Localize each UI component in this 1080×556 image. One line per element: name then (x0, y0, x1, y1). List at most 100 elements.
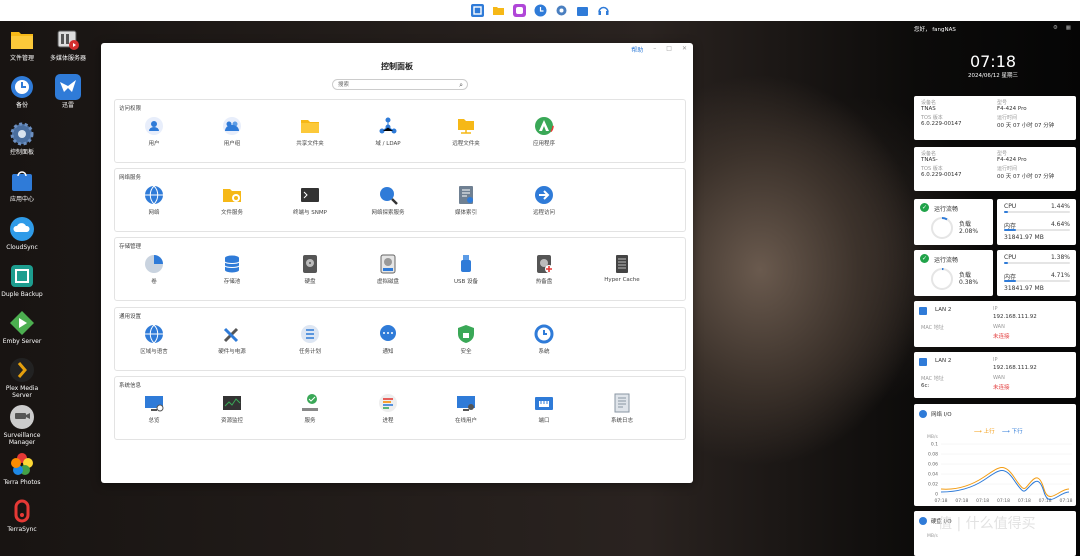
settings-icon[interactable]: ⚙ (1053, 25, 1058, 31)
item-hot-spare[interactable]: 热备盘 (505, 254, 583, 285)
model-label: 型号 (997, 100, 1008, 106)
desktop-icon-plex[interactable]: Plex Media Server (0, 357, 44, 399)
search-icon[interactable]: ⌕ (459, 80, 463, 91)
minimize-button[interactable]: – (653, 45, 656, 54)
camera-icon (9, 404, 35, 430)
item-applications[interactable]: 应用程序 (505, 116, 583, 147)
headset-dock-icon[interactable] (597, 4, 610, 17)
item-overview[interactable]: 总览 (115, 393, 193, 424)
globe-icon (144, 324, 164, 344)
item-hardware-power[interactable]: 硬件与电源 (193, 324, 271, 355)
device-name: TNAS (921, 106, 936, 112)
tos-version: 6.0.229-00147 (921, 121, 962, 127)
cpu-value: 1.38% (1050, 254, 1070, 261)
item-user[interactable]: 用户 (115, 116, 193, 147)
item-online-users[interactable]: 在线用户 (427, 393, 505, 424)
item-region-language[interactable]: 区域与语言 (115, 324, 193, 355)
section-title: 通用设置 (119, 314, 142, 320)
item-ports[interactable]: 端口 (505, 393, 583, 424)
item-security[interactable]: 安全 (427, 324, 505, 355)
status-title: 运行流畅 (934, 257, 959, 264)
maximize-button[interactable]: □ (666, 45, 672, 54)
item-hyper-cache[interactable]: Hyper Cache (583, 254, 661, 285)
folder-dock-icon[interactable] (492, 4, 505, 17)
item-label: 媒体索引 (454, 210, 477, 216)
item-domain-ldap[interactable]: 域 / LDAP (349, 116, 427, 147)
terrasync-icon (9, 498, 35, 524)
control-panel-dock-icon[interactable] (470, 4, 484, 17)
item-remote-access[interactable]: 远程访问 (505, 185, 583, 216)
item-volume[interactable]: 卷 (115, 254, 193, 285)
item-label: 远程访问 (532, 210, 555, 216)
help-link[interactable]: 帮助 (631, 45, 643, 54)
photos-icon (9, 451, 35, 477)
desktop-icon-emby[interactable]: Emby Server (0, 310, 44, 345)
backup-dock-icon[interactable] (534, 4, 547, 17)
desktop-icon-file-manager[interactable]: 文件管理 (0, 27, 44, 62)
mac-label: MAC 地址 (921, 325, 944, 331)
hard-disk-icon (300, 254, 320, 274)
x-tick-label: 07:18 (976, 498, 989, 504)
item-user-group[interactable]: 用户组 (193, 116, 271, 147)
item-notification[interactable]: 通知 (349, 324, 427, 355)
desktop-icon-app-center[interactable]: 应用中心 (0, 168, 44, 203)
media-server-icon (55, 27, 81, 53)
item-label: 区域与语言 (140, 349, 168, 355)
desktop-icon-terrasync[interactable]: TerraSync (0, 498, 44, 533)
gear-dock-icon[interactable] (555, 4, 568, 17)
desktop-icon-duple-backup[interactable]: Duple Backup (0, 263, 44, 298)
cpu-mem-card: CPU 1.38% 内存 4.71% 31841.97 MB (997, 250, 1076, 296)
y-tick-label: 0.04 (928, 472, 938, 478)
item-storage-pool[interactable]: 存储池 (193, 254, 271, 285)
y-tick-label: 0 (935, 492, 938, 498)
uptime-label: 运行时间 (997, 115, 1018, 121)
ip-value: 192.168.111.92 (993, 314, 1037, 320)
disk-io-icon (919, 517, 927, 525)
item-processes[interactable]: 进程 (349, 393, 427, 424)
remote-access-icon (534, 185, 554, 205)
section-storage: 存储管理 卷 存储池 硬盘 虚拟磁盘 USB 设备 热备盘 Hyper Cach… (114, 237, 686, 301)
item-usb-device[interactable]: USB 设备 (427, 254, 505, 285)
desktop-icon-cloudsync[interactable]: CloudSync (0, 216, 44, 251)
close-button[interactable]: ✕ (682, 45, 687, 54)
item-resource-monitor[interactable]: 资源监控 (193, 393, 271, 424)
network-io-chart: MB/s 0.10.080.060.040.02007:18 07:18 07:18… (927, 434, 1073, 504)
item-shared-folder[interactable]: 共享文件夹 (271, 116, 349, 147)
desktop-icon-backup[interactable]: 备份 (0, 74, 44, 109)
item-hard-disk[interactable]: 硬盘 (271, 254, 349, 285)
item-remote-folder[interactable]: 远程文件夹 (427, 116, 505, 147)
mem-total: 31841.97 MB (1004, 234, 1044, 241)
y-tick-label: 0.08 (928, 452, 938, 458)
item-system-log[interactable]: 系统日志 (583, 393, 661, 424)
item-label: 系统日志 (610, 418, 633, 424)
lan-icon (919, 307, 927, 315)
tools-icon (222, 324, 242, 344)
item-system[interactable]: 系统 (505, 324, 583, 355)
app-center-dock-icon[interactable] (576, 4, 589, 17)
desktop-icon-media-server[interactable]: 多媒体服务器 (46, 27, 90, 62)
desktop-icon-control-panel[interactable]: 控制面板 (0, 121, 44, 156)
search-input[interactable]: 搜索 ⌕ (332, 79, 468, 90)
status-card: ✓ 运行流畅 负载 0.38% (914, 250, 993, 296)
layout-icon[interactable]: ▦ (1066, 25, 1071, 31)
item-network[interactable]: 网络 (115, 185, 193, 216)
desktop-icon-terra-photos[interactable]: Terra Photos (0, 451, 44, 486)
wan-label: WAN (993, 375, 1005, 381)
gear-icon (9, 121, 35, 147)
item-task-scheduler[interactable]: 任务计划 (271, 324, 349, 355)
desktop-icon-thunder[interactable]: 迅雷 (46, 74, 90, 109)
item-services[interactable]: 服务 (271, 393, 349, 424)
item-media-index[interactable]: 媒体索引 (427, 185, 505, 216)
services-icon (300, 393, 320, 413)
usb-icon (456, 254, 476, 274)
item-file-service[interactable]: 文件服务 (193, 185, 271, 216)
item-virtual-disk[interactable]: 虚拟磁盘 (349, 254, 427, 285)
desktop-icon-surveillance[interactable]: Surveillance Manager (0, 404, 44, 446)
app-dock-icon[interactable] (512, 4, 526, 17)
section-access: 访问权限 用户 用户组 共享文件夹 域 / LDAP 远程文件夹 应用程序 (114, 99, 686, 163)
wan-status: 未连接 (993, 385, 1010, 391)
item-label: 应用程序 (532, 141, 555, 147)
desktop-icon-label: Duple Backup (1, 291, 43, 298)
item-terminal-snmp[interactable]: 终端与 SNMP (271, 185, 349, 216)
item-network-discovery[interactable]: 网络探索服务 (349, 185, 427, 216)
